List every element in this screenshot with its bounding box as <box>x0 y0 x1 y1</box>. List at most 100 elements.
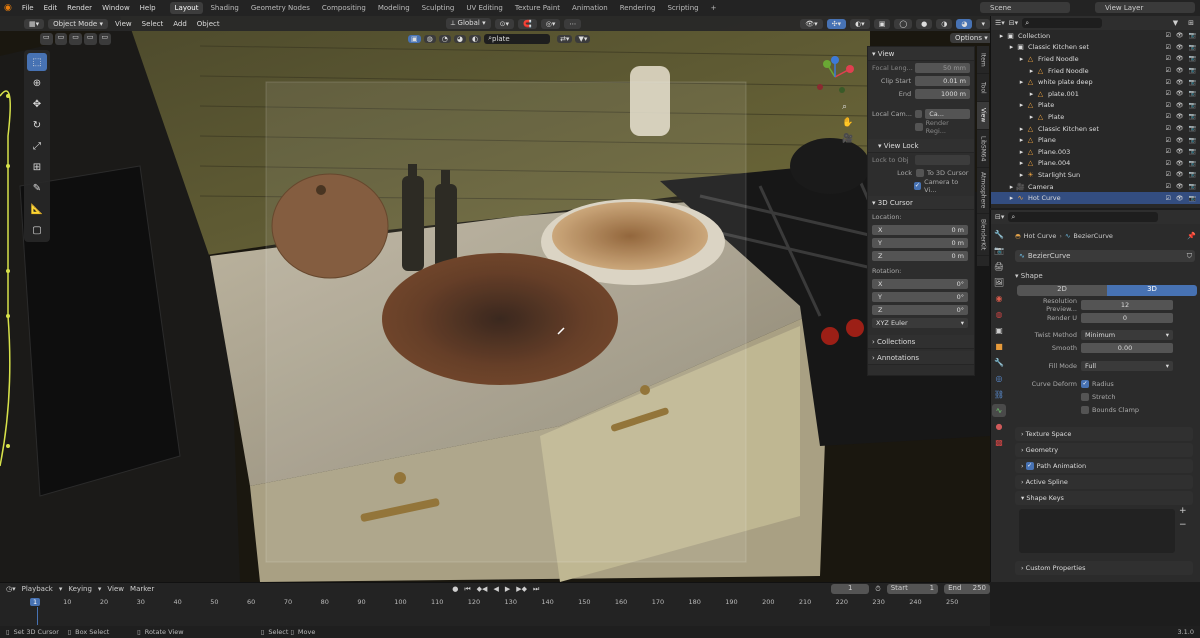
view-layer-selector[interactable]: View Layer <box>1095 2 1195 13</box>
collection-tab-icon[interactable]: ▣ <box>992 324 1006 337</box>
mode-selector[interactable]: Object Mode ▾ <box>48 18 108 29</box>
eye-icon[interactable]: 👁 <box>1176 137 1184 144</box>
tab-blenderkit[interactable]: BlenderKit <box>977 214 989 256</box>
checkbox-icon[interactable]: ☑ <box>1166 90 1171 97</box>
cursor-location-z-field[interactable]: Z 0 m <box>872 251 968 261</box>
select-mode-set-icon[interactable]: ▭ <box>40 33 53 45</box>
outliner-row[interactable]: ▸ △ Fried Noodle ☑ 👁 📷 <box>991 65 1200 77</box>
camera-render-icon[interactable]: 📷 <box>1189 195 1196 202</box>
record-icon[interactable]: ● <box>452 585 458 593</box>
custom-properties-section[interactable]: › Custom Properties <box>1015 561 1193 575</box>
physics-tab-icon[interactable]: ◎ <box>992 372 1006 385</box>
shading-solid-icon[interactable]: ● <box>916 18 933 29</box>
shape-keys-list[interactable] <box>1019 509 1175 553</box>
camera-render-icon[interactable]: 📷 <box>1189 32 1196 39</box>
camera-render-icon[interactable]: 📷 <box>1189 160 1196 167</box>
menu-file[interactable]: File <box>18 4 38 12</box>
checkbox-icon[interactable]: ☑ <box>1166 137 1171 144</box>
scene-selector[interactable]: Scene <box>980 2 1070 13</box>
disclosure-icon[interactable]: ▸ <box>1027 113 1036 121</box>
view-panel-header[interactable]: ▾ View <box>868 47 974 61</box>
eye-icon[interactable]: 👁 <box>1176 67 1184 74</box>
outliner-row[interactable]: ▸ 🎥 Camera ☑ 👁 📷 <box>991 181 1200 193</box>
tab-modeling[interactable]: Modeling <box>373 2 415 14</box>
shape-keys-section[interactable]: ▾ Shape Keys <box>1015 491 1193 505</box>
dim-3d-button[interactable]: 3D <box>1107 285 1197 296</box>
checkbox-icon[interactable]: ☑ <box>1166 32 1171 39</box>
checkbox-icon[interactable]: ☑ <box>1166 125 1171 132</box>
menu-marker[interactable]: Marker <box>130 585 154 593</box>
playhead[interactable] <box>37 607 38 625</box>
filter-icon[interactable]: ▼ <box>1173 19 1184 27</box>
hand-pan-icon[interactable]: ✋ <box>842 118 856 128</box>
twist-method-dropdown[interactable]: Minimum ▾ <box>1081 330 1173 340</box>
camera-render-icon[interactable]: 📷 <box>1189 90 1196 97</box>
disclosure-icon[interactable]: ▸ <box>1017 148 1026 156</box>
path-animation-checkbox[interactable]: ✓ <box>1025 462 1034 470</box>
clip-start-field[interactable]: 0.01 m <box>915 76 970 86</box>
proportional-edit-icon[interactable]: ◎▾ <box>540 18 561 29</box>
camera-render-icon[interactable]: 📷 <box>1189 67 1196 74</box>
new-collection-icon[interactable]: ⊞ <box>1188 19 1200 27</box>
eye-icon[interactable]: 👁 <box>1176 32 1184 39</box>
clock-icon[interactable]: ◷▾ <box>6 585 16 593</box>
blender-logo-icon[interactable]: ◉ <box>4 3 16 13</box>
tab-atmosphere[interactable]: Atmosphere <box>977 168 989 214</box>
render-tab-icon[interactable]: 📷 <box>992 244 1006 257</box>
filter-camera-icon[interactable]: ◐ <box>468 34 482 43</box>
gizmo-icon[interactable]: ✣▾ <box>826 18 847 29</box>
checkbox-icon[interactable]: ☑ <box>1166 195 1171 202</box>
modifier-tab-icon[interactable]: 🔧 <box>992 356 1006 369</box>
camera-render-icon[interactable]: 📷 <box>1189 183 1196 190</box>
curve-data-tab-icon[interactable]: ∿ <box>992 404 1006 417</box>
tool-tab-icon[interactable]: 🔧 <box>992 228 1006 241</box>
cursor-tool-icon[interactable]: ⊕ <box>27 74 47 92</box>
menu-keying[interactable]: Keying <box>68 585 92 593</box>
snap-icon[interactable]: 🧲 <box>518 18 537 29</box>
outliner-row[interactable]: ▸ △ Plane ☑ 👁 📷 <box>991 134 1200 146</box>
checkbox-icon[interactable]: ☑ <box>1166 113 1171 120</box>
eye-icon[interactable]: 👁 <box>1176 160 1184 167</box>
disclosure-icon[interactable]: ▸ <box>1027 90 1036 98</box>
tab-libsm64[interactable]: LibSM64 <box>977 130 989 168</box>
checkbox-icon[interactable]: ☑ <box>1166 102 1171 109</box>
filter-light-icon[interactable]: ◕ <box>453 34 466 43</box>
link-icon[interactable]: ⇄▾ <box>557 34 573 43</box>
eye-icon[interactable]: 👁 <box>1176 55 1184 62</box>
camera-render-icon[interactable]: 📷 <box>1189 79 1196 86</box>
jump-start-icon[interactable]: ⏮ <box>464 585 470 594</box>
xray-icon[interactable]: ▣ <box>873 18 891 29</box>
outliner-row[interactable]: ▸ ∿ Hot Curve ☑ 👁 📷 <box>991 192 1200 204</box>
options-dots-icon[interactable]: ⋯ <box>564 18 582 29</box>
focal-length-field[interactable]: 50 mm <box>915 63 970 73</box>
play-icon[interactable]: ▶ <box>505 585 510 593</box>
properties-editor-icon[interactable]: ⊟▾ <box>995 213 1004 221</box>
menu-help[interactable]: Help <box>136 4 160 12</box>
disclosure-icon[interactable]: ▸ <box>1017 101 1026 109</box>
tab-uv-editing[interactable]: UV Editing <box>461 2 508 14</box>
tab-animation[interactable]: Animation <box>567 2 613 14</box>
camera-view-icon[interactable]: 🎥 <box>842 134 856 144</box>
filter-curve-icon[interactable]: ◔ <box>438 34 451 43</box>
tab-tool[interactable]: Tool <box>977 74 989 102</box>
eye-icon[interactable]: 👁 <box>1176 44 1184 51</box>
measure-tool-icon[interactable]: 📐 <box>27 200 47 218</box>
eye-icon[interactable]: 👁 <box>1176 195 1184 202</box>
scale-tool-icon[interactable]: ⤢ <box>27 137 47 155</box>
next-key-icon[interactable]: ▶◆ <box>516 585 527 593</box>
resolution-preview-field[interactable]: 12 <box>1081 300 1173 310</box>
smooth-field[interactable]: 0.00 <box>1081 343 1173 353</box>
menu-select[interactable]: Select <box>139 20 167 28</box>
disclosure-icon[interactable]: ▸ <box>1017 159 1026 167</box>
view-lock-header[interactable]: ▾ View Lock <box>868 139 974 153</box>
eye-icon[interactable]: 👁 <box>1176 113 1184 120</box>
disclosure-icon[interactable]: ▸ <box>1007 194 1016 202</box>
material-tab-icon[interactable]: ● <box>992 420 1006 433</box>
shading-wireframe-icon[interactable]: ◯ <box>894 18 913 29</box>
tab-rendering[interactable]: Rendering <box>615 2 661 14</box>
jump-end-icon[interactable]: ⏭ <box>533 585 539 594</box>
camera-render-icon[interactable]: 📷 <box>1189 125 1196 132</box>
tab-scripting[interactable]: Scripting <box>662 2 703 14</box>
orientation-selector[interactable]: ⟂ Global ▾ <box>445 18 491 29</box>
menu-window[interactable]: Window <box>98 4 134 12</box>
